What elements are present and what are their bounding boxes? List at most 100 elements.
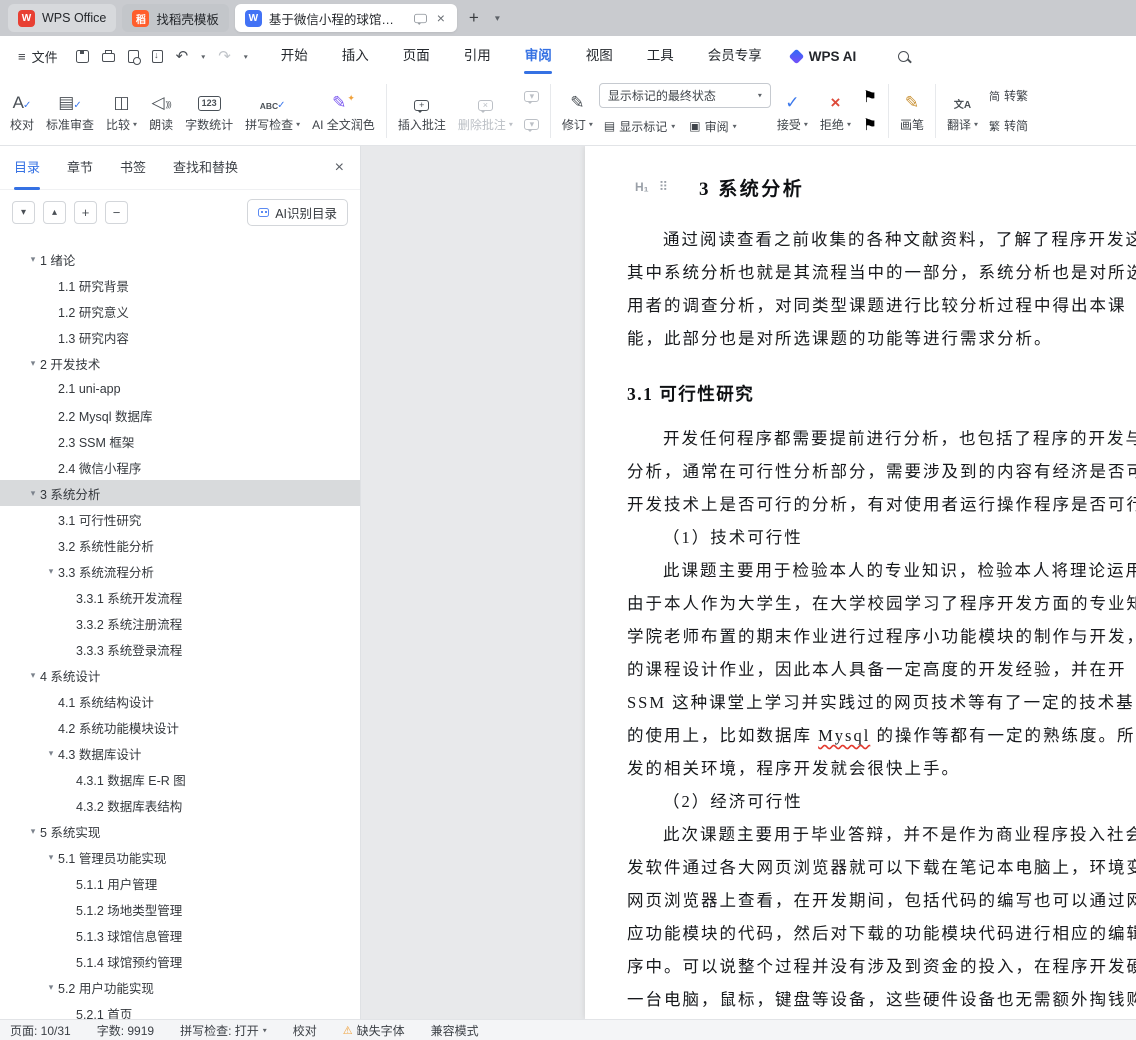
undo-chevron-icon[interactable]: ▾: [201, 52, 205, 60]
menu-tab-home[interactable]: 开始: [264, 36, 325, 76]
toc-item[interactable]: 3.1 可行性研究: [0, 506, 360, 532]
toc-item[interactable]: 3.2 系统性能分析: [0, 532, 360, 558]
menu-tab-review[interactable]: 审阅: [508, 36, 569, 76]
new-tab-button[interactable]: +: [463, 8, 485, 28]
file-menu-button[interactable]: ≡ 文件: [10, 47, 66, 66]
tab-document-active[interactable]: W 基于微信小程的球馆预约管理 ×: [234, 4, 457, 32]
to-traditional-button[interactable]: 简 转繁: [984, 84, 1033, 108]
toc-item[interactable]: 5.2.1 首页: [0, 1000, 360, 1020]
toc-item[interactable]: 4.3.2 数据库表结构: [0, 792, 360, 818]
toc-item[interactable]: 2.4 微信小程序: [0, 454, 360, 480]
toc-collapse-icon[interactable]: ▾: [26, 254, 40, 265]
pane-tab-bookmarks[interactable]: 书签: [120, 146, 146, 190]
previous-change-button[interactable]: ⚑: [857, 86, 883, 108]
menu-tab-view[interactable]: 视图: [569, 36, 630, 76]
toc-item[interactable]: 3.3.1 系统开发流程: [0, 584, 360, 610]
print-icon[interactable]: [101, 49, 115, 62]
toc-item[interactable]: 4.3.1 数据库 E-R 图: [0, 766, 360, 792]
toc-item[interactable]: ▾ 4 系统设计: [0, 662, 360, 688]
to-simplified-button[interactable]: 繁 转简: [984, 114, 1033, 138]
reviewing-pane-button[interactable]: ▣ 审阅 ▾: [684, 114, 741, 138]
track-changes-button[interactable]: ✎ 修订 ▾: [556, 80, 599, 142]
toc-item[interactable]: 5.1.4 球馆预约管理: [0, 948, 360, 974]
toc-item[interactable]: ▾ 5.2 用户功能实现: [0, 974, 360, 1000]
tab-wps-office[interactable]: W WPS Office: [8, 4, 117, 32]
spellcheck-status[interactable]: 拼写检查: 打开 ▾: [180, 1022, 267, 1039]
toc-collapse-icon[interactable]: ▾: [44, 852, 58, 863]
qat-customize-chevron-icon[interactable]: ▾: [244, 52, 248, 60]
close-pane-icon[interactable]: ×: [335, 159, 344, 177]
toc-collapse-icon[interactable]: ▾: [26, 670, 40, 681]
read-aloud-button[interactable]: ◁))) 朗读: [143, 80, 179, 142]
add-level-button[interactable]: +: [74, 200, 97, 224]
word-count-button[interactable]: 123 字数统计: [179, 80, 239, 142]
toc-collapse-icon[interactable]: ▾: [44, 566, 58, 577]
toc-item[interactable]: 1.1 研究背景: [0, 272, 360, 298]
wps-ai-button[interactable]: WPS AI: [788, 48, 856, 64]
toc-item[interactable]: 2.2 Mysql 数据库: [0, 402, 360, 428]
menu-tab-member[interactable]: 会员专享: [691, 36, 779, 76]
toc-item[interactable]: ▾ 3 系统分析: [0, 480, 360, 506]
translate-button[interactable]: 文A 翻译 ▾: [941, 80, 984, 142]
insert-comment-button[interactable]: + 插入批注: [392, 80, 452, 142]
toc-collapse-icon[interactable]: ▾: [26, 488, 40, 499]
page-indicator[interactable]: 页面: 10/31: [10, 1022, 71, 1039]
spell-check-button[interactable]: ABC ✓ 拼写检查 ▾: [239, 80, 306, 142]
toc-item[interactable]: 4.2 系统功能模块设计: [0, 714, 360, 740]
next-change-button[interactable]: ⚑: [857, 114, 883, 136]
accept-change-button[interactable]: ✓ 接受 ▾: [771, 80, 814, 142]
toc-item[interactable]: 2.1 uni-app: [0, 376, 360, 402]
document-canvas[interactable]: H₁ ⠿ 3 系统分析 通过阅读查看之前收集的各种文献资料，了解了程序开发这 其中系…: [361, 146, 1136, 1019]
pane-tab-catalog[interactable]: 目录: [14, 146, 40, 190]
toc-item[interactable]: 4.1 系统结构设计: [0, 688, 360, 714]
menu-tab-tools[interactable]: 工具: [630, 36, 691, 76]
compat-mode-indicator[interactable]: 兼容模式: [431, 1022, 479, 1039]
document-page[interactable]: H₁ ⠿ 3 系统分析 通过阅读查看之前收集的各种文献资料，了解了程序开发这 其中系…: [585, 146, 1136, 1019]
toc-collapse-icon[interactable]: ▾: [26, 826, 40, 837]
markup-state-dropdown[interactable]: 显示标记的最终状态 ▾: [598, 83, 771, 108]
word-count-indicator[interactable]: 字数: 9919: [97, 1022, 154, 1039]
compare-button[interactable]: ◫ 比较 ▾: [100, 80, 143, 142]
delete-comment-button[interactable]: × 删除批注 ▾: [452, 80, 519, 142]
ai-recognize-toc-button[interactable]: AI识别目录: [247, 198, 348, 226]
toc-item[interactable]: ▾ 4.3 数据库设计: [0, 740, 360, 766]
previous-comment-button[interactable]: ▾: [519, 86, 545, 108]
toc-item[interactable]: 5.1.3 球馆信息管理: [0, 922, 360, 948]
reject-change-button[interactable]: × 拒绝 ▾: [814, 80, 857, 142]
proofread-status[interactable]: 校对: [293, 1022, 317, 1039]
toc-item[interactable]: 1.2 研究意义: [0, 298, 360, 324]
collapse-all-button[interactable]: ▴: [43, 200, 66, 224]
toc-collapse-icon[interactable]: ▾: [26, 358, 40, 369]
ink-pen-button[interactable]: ✎ 画笔: [894, 80, 930, 142]
toc-item[interactable]: ▾ 2 开发技术: [0, 350, 360, 376]
menu-tab-insert[interactable]: 插入: [325, 36, 386, 76]
pane-tab-find-replace[interactable]: 查找和替换: [173, 146, 238, 190]
save-icon[interactable]: [75, 49, 89, 63]
proofread-button[interactable]: A ✓ 校对: [4, 80, 40, 142]
pane-tab-chapters[interactable]: 章节: [67, 146, 93, 190]
reduce-level-button[interactable]: −: [105, 200, 128, 224]
next-comment-button[interactable]: ▾: [519, 114, 545, 136]
tab-list-chevron-icon[interactable]: ▾: [491, 13, 504, 23]
toc-item[interactable]: 5.1.1 用户管理: [0, 870, 360, 896]
toc-collapse-icon[interactable]: ▾: [44, 982, 58, 993]
export-pdf-icon[interactable]: [151, 49, 163, 63]
tab-docer-templates[interactable]: 稻 找稻壳模板: [122, 4, 229, 32]
toc-item[interactable]: 3.3.3 系统登录流程: [0, 636, 360, 662]
redo-icon[interactable]: ↷: [218, 49, 231, 64]
toc-item[interactable]: ▾ 5.1 管理员功能实现: [0, 844, 360, 870]
toc-item[interactable]: 3.3.2 系统注册流程: [0, 610, 360, 636]
toc-item[interactable]: ▾ 1 绪论: [0, 246, 360, 272]
close-tab-icon[interactable]: ×: [435, 10, 447, 26]
toc-item[interactable]: 5.1.2 场地类型管理: [0, 896, 360, 922]
search-icon[interactable]: [898, 50, 910, 62]
print-preview-icon[interactable]: [127, 49, 141, 65]
undo-icon[interactable]: ↶: [176, 49, 189, 64]
toc-item[interactable]: ▾ 3.3 系统流程分析: [0, 558, 360, 584]
standard-review-button[interactable]: ▤ ✓ 标准审查: [40, 80, 100, 142]
show-markup-button[interactable]: ▤ 显示标记 ▾: [599, 114, 680, 138]
expand-all-button[interactable]: ▾: [12, 200, 35, 224]
toc-item[interactable]: 1.3 研究内容: [0, 324, 360, 350]
menu-tab-reference[interactable]: 引用: [447, 36, 508, 76]
missing-font-warning[interactable]: ⚠ 缺失字体: [343, 1022, 405, 1039]
